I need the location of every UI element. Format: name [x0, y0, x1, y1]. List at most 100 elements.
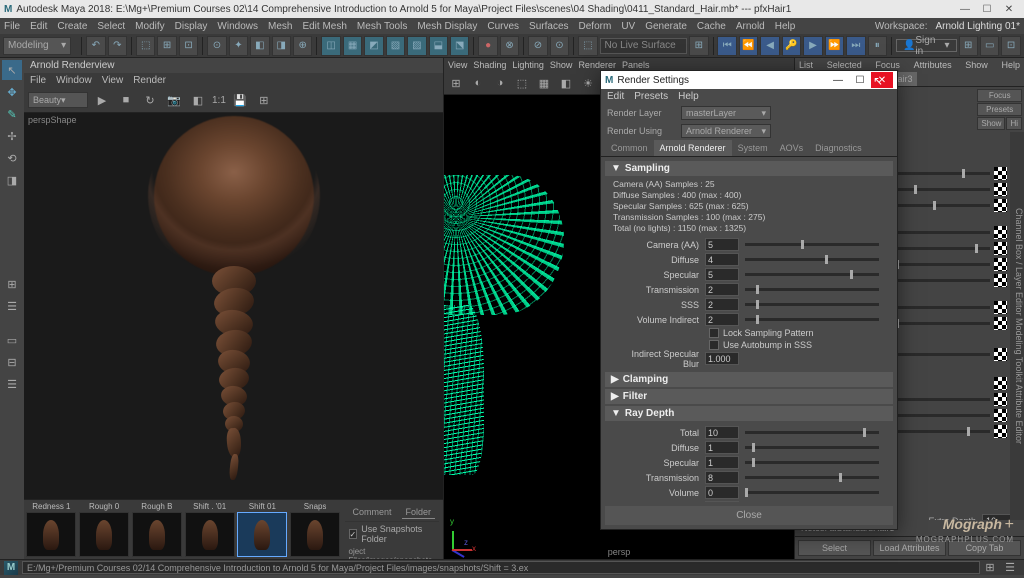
rotate-tool[interactable]: ⟲: [2, 148, 22, 168]
vp-menu-view[interactable]: View: [448, 60, 467, 70]
checker-icon[interactable]: [994, 167, 1007, 180]
shelf-btn[interactable]: ⬓: [429, 36, 448, 56]
command-line[interactable]: E:/Mg+/Premium Courses 02/14 Comprehensi…: [22, 561, 980, 574]
timeline-play[interactable]: ▶: [803, 36, 822, 56]
checker-icon[interactable]: [994, 199, 1007, 212]
value-input[interactable]: 1: [705, 441, 739, 454]
signin-button[interactable]: 👤 Sign in ▾: [896, 39, 957, 52]
value-slider[interactable]: [745, 273, 879, 276]
menu-windows[interactable]: Windows: [217, 21, 258, 32]
rs-tab-diagnostics[interactable]: Diagnostics: [809, 140, 868, 156]
value-slider[interactable]: [745, 476, 879, 479]
shelf-btn[interactable]: ⊞: [959, 36, 978, 56]
snapshot-thumbnail[interactable]: Redness 1: [26, 502, 77, 557]
menu-arnold[interactable]: Arnold: [736, 21, 765, 32]
close-button[interactable]: ✕: [998, 2, 1020, 16]
menu-editmesh[interactable]: Edit Mesh: [302, 21, 346, 32]
ae-menu-selected[interactable]: Selected: [827, 60, 862, 70]
arv-menu-file[interactable]: File: [30, 75, 46, 86]
checker-icon[interactable]: [994, 274, 1007, 287]
arv-tool[interactable]: 💾: [230, 90, 250, 110]
menu-select[interactable]: Select: [97, 21, 125, 32]
vp-tool[interactable]: ◐: [468, 73, 488, 93]
rs-minimize-btn[interactable]: —: [827, 72, 849, 88]
value-slider[interactable]: [745, 461, 879, 464]
move-tool[interactable]: ✢: [2, 126, 22, 146]
select-tool[interactable]: ↖: [2, 60, 22, 80]
rs-menu-help[interactable]: Help: [678, 91, 699, 102]
shelf-btn[interactable]: ⊞: [689, 36, 708, 56]
shelf-btn[interactable]: ◧: [250, 36, 269, 56]
arv-tool[interactable]: ⊞: [254, 90, 274, 110]
vp-tool[interactable]: ◧: [556, 73, 576, 93]
value-input[interactable]: 2: [705, 298, 739, 311]
shelf-btn[interactable]: ⊡: [179, 36, 198, 56]
value-slider[interactable]: [745, 318, 879, 321]
vp-tool[interactable]: ⊞: [446, 73, 466, 93]
lasso-tool[interactable]: ✥: [2, 82, 22, 102]
rs-layer-dropdown[interactable]: masterLayer▾: [681, 106, 771, 120]
rs-close-button[interactable]: Close: [605, 506, 893, 525]
shelf-btn[interactable]: ▭: [980, 36, 999, 56]
value-slider[interactable]: [745, 303, 879, 306]
checker-icon[interactable]: [994, 425, 1007, 438]
live-surface-field[interactable]: No Live Surface: [600, 38, 688, 54]
rs-tab-arnold[interactable]: Arnold Renderer: [654, 140, 732, 156]
shelf-btn[interactable]: ⊙: [207, 36, 226, 56]
vp-menu-renderer[interactable]: Renderer: [578, 60, 616, 70]
vp-tool[interactable]: ◑: [490, 73, 510, 93]
arv-tool[interactable]: ↻: [140, 90, 160, 110]
menu-generate[interactable]: Generate: [645, 21, 687, 32]
ae-menu-focus[interactable]: Focus: [875, 60, 900, 70]
outliner-tool[interactable]: ☰: [2, 296, 22, 316]
checker-icon[interactable]: [994, 409, 1007, 422]
ae-menu-show[interactable]: Show: [965, 60, 988, 70]
arv-zoom[interactable]: 1:1: [212, 95, 226, 106]
vp-menu-show[interactable]: Show: [550, 60, 573, 70]
menu-mesh[interactable]: Mesh: [268, 21, 292, 32]
snapshot-thumbnail[interactable]: Snaps: [290, 502, 341, 557]
paint-tool[interactable]: ✎: [2, 104, 22, 124]
arv-menu-window[interactable]: Window: [56, 75, 92, 86]
indirect-spec-input[interactable]: 1.000: [705, 352, 739, 365]
shelf-btn[interactable]: ⊕: [293, 36, 312, 56]
value-input[interactable]: 2: [705, 313, 739, 326]
scale-tool[interactable]: ◨: [2, 170, 22, 190]
checker-icon[interactable]: [994, 348, 1007, 361]
panel-tool[interactable]: ⊟: [2, 352, 22, 372]
timeline-stepfwd[interactable]: ⏩: [825, 36, 844, 56]
mode-dropdown[interactable]: Modeling▾: [3, 37, 71, 55]
value-slider[interactable]: [745, 243, 879, 246]
menu-file[interactable]: File: [4, 21, 20, 32]
snapshot-thumbnail[interactable]: Shift 01: [237, 502, 288, 557]
rs-section-sampling[interactable]: ▼ Sampling: [605, 161, 893, 176]
rs-tab-system[interactable]: System: [732, 140, 774, 156]
shelf-btn[interactable]: ◨: [272, 36, 291, 56]
timeline-pause[interactable]: ⏸: [868, 36, 887, 56]
panel-tool[interactable]: ☰: [2, 374, 22, 394]
menu-meshdisplay[interactable]: Mesh Display: [417, 21, 477, 32]
checker-icon[interactable]: [994, 393, 1007, 406]
menu-edit[interactable]: Edit: [30, 21, 47, 32]
rs-section-clamping[interactable]: ▶ Clamping: [605, 372, 893, 387]
menu-curves[interactable]: Curves: [487, 21, 519, 32]
snapshot-thumbnail[interactable]: Rough B: [132, 502, 183, 557]
shelf-btn[interactable]: ◫: [321, 36, 340, 56]
shelf-btn[interactable]: ⬚: [578, 36, 597, 56]
shelf-btn[interactable]: ⊞: [157, 36, 176, 56]
timeline-end[interactable]: ⏭: [846, 36, 865, 56]
shelf-btn[interactable]: ▧: [386, 36, 405, 56]
value-input[interactable]: 1: [705, 456, 739, 469]
rs-titlebar[interactable]: M Render Settings — ☐ ✕↖: [601, 71, 897, 89]
shelf-btn[interactable]: ⬔: [450, 36, 469, 56]
shelf-btn[interactable]: ●: [478, 36, 497, 56]
vp-menu-shading[interactable]: Shading: [473, 60, 506, 70]
timeline-stepback[interactable]: ⏪: [739, 36, 758, 56]
ae-select-btn[interactable]: Select: [798, 540, 871, 556]
maximize-button[interactable]: ☐: [976, 2, 998, 16]
arv-menu-render[interactable]: Render: [133, 75, 166, 86]
timeline-key[interactable]: 🔑: [782, 36, 801, 56]
value-slider[interactable]: [745, 288, 879, 291]
value-slider[interactable]: [745, 258, 879, 261]
layout-tool[interactable]: ⊞: [2, 274, 22, 294]
